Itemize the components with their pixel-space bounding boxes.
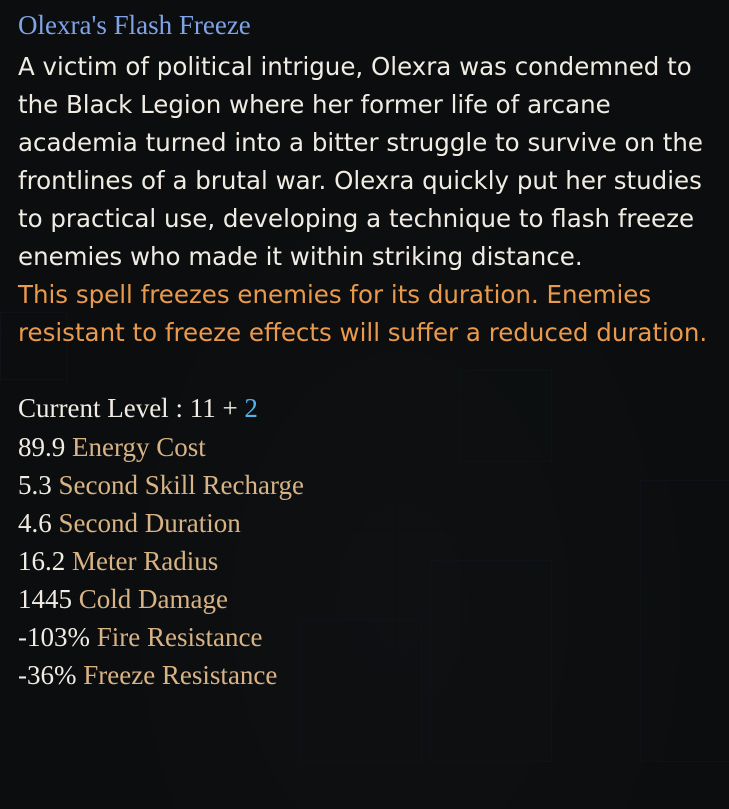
stat-label: Second Skill Recharge xyxy=(51,470,304,500)
stat-cold-damage: 1445 Cold Damage xyxy=(18,580,711,618)
stat-value: -103% xyxy=(18,622,90,652)
stat-label: Fire Resistance xyxy=(89,622,263,652)
stat-label: Energy Cost xyxy=(65,432,206,462)
stat-value: 1445 xyxy=(18,584,72,614)
stat-label: Freeze Resistance xyxy=(76,660,278,690)
stat-skill-recharge: 5.3 Second Skill Recharge xyxy=(18,466,711,504)
stat-value: -36% xyxy=(18,660,77,690)
current-level-label: Current Level : 11 + xyxy=(18,393,245,423)
stat-radius: 16.2 Meter Radius xyxy=(18,542,711,580)
stat-value: 4.6 xyxy=(18,508,52,538)
skill-effect: This spell freezes enemies for its durat… xyxy=(18,280,708,347)
stat-label: Second Duration xyxy=(51,508,241,538)
skill-stats: 89.9 Energy Cost 5.3 Second Skill Rechar… xyxy=(18,428,711,694)
stat-value: 5.3 xyxy=(18,470,52,500)
stat-fire-resistance: -103% Fire Resistance xyxy=(18,618,711,656)
current-level: Current Level : 11 + 2 xyxy=(18,390,711,426)
skill-lore: A victim of political intrigue, Olexra w… xyxy=(18,52,704,271)
stat-energy-cost: 89.9 Energy Cost xyxy=(18,428,711,466)
level-bonus: 2 xyxy=(244,393,258,423)
stat-label: Meter Radius xyxy=(65,546,219,576)
stat-label: Cold Damage xyxy=(72,584,228,614)
stat-value: 89.9 xyxy=(18,432,66,462)
skill-title: Olexra's Flash Freeze xyxy=(18,10,251,40)
stat-freeze-resistance: -36% Freeze Resistance xyxy=(18,656,711,694)
skill-tooltip: Olexra's Flash Freeze A victim of politi… xyxy=(0,0,729,809)
stat-duration: 4.6 Second Duration xyxy=(18,504,711,542)
stat-value: 16.2 xyxy=(18,546,66,576)
